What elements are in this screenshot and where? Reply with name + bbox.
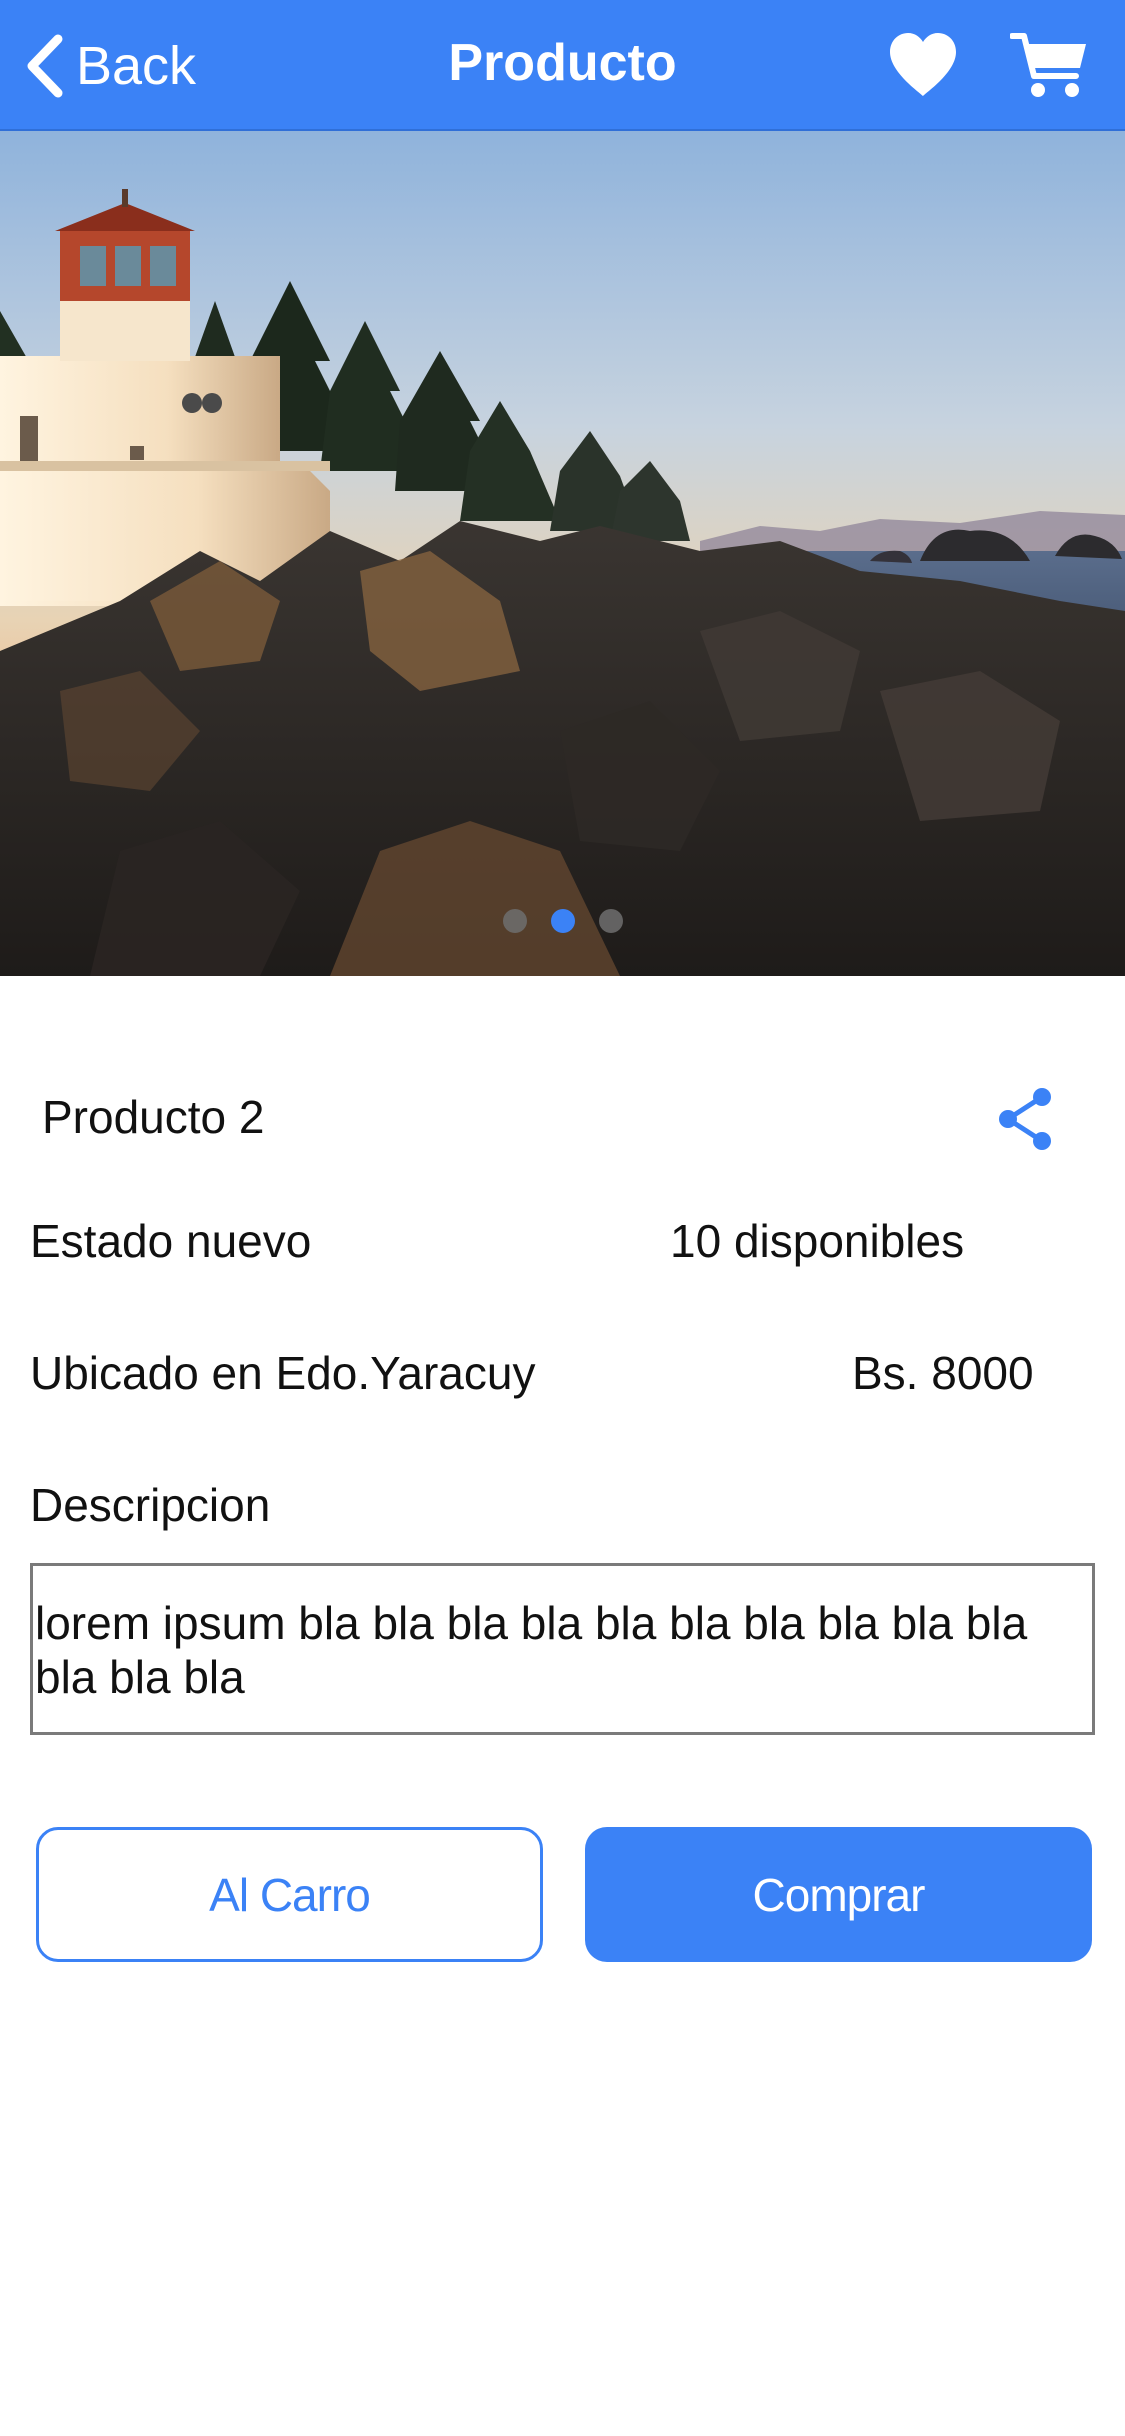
- product-image-carousel[interactable]: [0, 131, 1125, 976]
- cart-icon[interactable]: [1010, 30, 1090, 100]
- chevron-left-icon: [27, 34, 63, 98]
- product-location: Ubicado en Edo.Yaracuy: [30, 1347, 536, 1399]
- carousel-dot-active[interactable]: [550, 909, 575, 933]
- heart-icon[interactable]: [886, 30, 960, 100]
- buy-label: Comprar: [752, 1868, 926, 1921]
- share-icon[interactable]: [994, 1087, 1058, 1151]
- back-button[interactable]: Back: [24, 28, 196, 104]
- carousel-dot[interactable]: [502, 909, 527, 933]
- product-screen: Back Producto Producto 2 Estado nuevo 10…: [0, 0, 1125, 2436]
- lighthouse-photo: [0, 131, 1125, 976]
- add-to-cart-label: Al Carro: [209, 1868, 371, 1921]
- product-stock: 10 disponibles: [670, 1215, 965, 1267]
- carousel-dot[interactable]: [598, 909, 623, 933]
- navigation-bar: Back Producto: [0, 0, 1125, 131]
- product-condition: Estado nuevo: [30, 1215, 312, 1267]
- product-name: Producto 2: [42, 1091, 265, 1143]
- add-to-cart-button[interactable]: Al Carro: [36, 1827, 543, 1962]
- buy-button[interactable]: Comprar: [585, 1827, 1092, 1962]
- product-price: Bs. 8000: [852, 1347, 1034, 1399]
- description-label: Descripcion: [30, 1479, 271, 1531]
- carousel-indicators: [0, 909, 1125, 933]
- description-textbox[interactable]: lorem ipsum bla bla bla bla bla bla bla …: [30, 1563, 1095, 1735]
- back-label: Back: [76, 36, 197, 96]
